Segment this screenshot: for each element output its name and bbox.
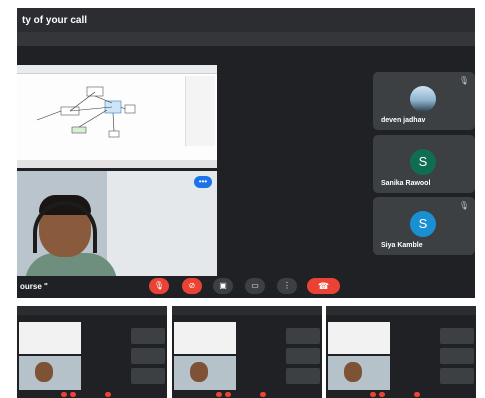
thumbnail-control-dot [414, 392, 420, 397]
thumbnail-control-dot [260, 392, 266, 397]
avatar [410, 86, 436, 112]
thumbnail-title-bar [172, 306, 322, 315]
thumbnail-control-dot [216, 392, 222, 397]
thumbnail-tile [131, 328, 165, 344]
thumbnail-control-dot [379, 392, 385, 397]
captions-button[interactable]: ▣ [213, 278, 233, 294]
thumbnail-speaker [174, 356, 236, 390]
thumbnail-controls [212, 392, 272, 398]
thumbnail-control-dot [225, 392, 231, 397]
thumbnail-controls [57, 392, 117, 398]
thumbnail-tile [286, 348, 320, 364]
meeting-name: ourse " [20, 282, 48, 291]
mic-off-icon: 🎙 [458, 201, 469, 210]
meeting-thumbnail-2 [172, 306, 322, 398]
thumbnail-controls [366, 392, 426, 398]
thumbnail-face [35, 362, 53, 382]
participant-tile-sanika[interactable]: S Sanika Rawool [373, 135, 475, 193]
thumbnail-control-dot [370, 392, 376, 397]
meeting-window: ty of your call ••• 🎙 deven jadhav S San… [17, 8, 475, 298]
thumbnail-tile [440, 328, 474, 344]
thumbnail-face [190, 362, 208, 382]
thumbnail-title-bar [17, 306, 167, 315]
thumbnail-speaker [328, 356, 390, 390]
more-options-button[interactable]: ⋮ [277, 278, 297, 294]
thumbnail-tile [131, 368, 165, 384]
thumbnail-tile [131, 348, 165, 364]
active-speaker-video[interactable]: ••• [17, 171, 217, 276]
participant-tile-deven[interactable]: 🎙 deven jadhav [373, 72, 475, 130]
thumbnail-tile [440, 348, 474, 364]
thumbnail-control-dot [70, 392, 76, 397]
thumbnail-tile [286, 328, 320, 344]
camera-toggle-button[interactable]: ⊘ [182, 278, 202, 294]
meeting-title: ty of your call [22, 15, 88, 26]
participant-name: Siya Kamble [381, 242, 423, 249]
leave-call-button[interactable]: ☎ [307, 278, 340, 294]
participant-tile-siya[interactable]: 🎙 S Siya Kamble [373, 197, 475, 255]
thumbnail-shared-screen [328, 322, 390, 354]
thumbnail-tile [440, 368, 474, 384]
participant-name: deven jadhav [381, 117, 426, 124]
thumbnail-face [344, 362, 362, 382]
call-controls-bar: ourse " 🎙 ⊘ ▣ ▭ ⋮ ☎ [17, 276, 475, 298]
thumbnail-control-dot [61, 392, 67, 397]
avatar: S [410, 211, 436, 237]
thumbnail-control-dot [105, 392, 111, 397]
participant-name: Sanika Rawool [381, 180, 431, 187]
mic-toggle-button[interactable]: 🎙 [149, 278, 169, 294]
meeting-thumbnail-1 [17, 306, 167, 398]
thumbnail-shared-screen [174, 322, 236, 354]
thumbnail-tile [286, 368, 320, 384]
title-strip [17, 32, 475, 46]
present-now-button[interactable]: ▭ [245, 278, 265, 294]
shared-screen-side-panel [185, 76, 215, 146]
shared-screen-taskbar [17, 160, 217, 168]
thumbnail-shared-screen [19, 322, 81, 354]
meeting-thumbnail-3 [326, 306, 476, 398]
thumbnail-speaker [19, 356, 81, 390]
shared-screen[interactable] [17, 65, 217, 168]
mic-off-icon: 🎙 [458, 76, 469, 85]
meeting-title-bar: ty of your call [17, 8, 475, 32]
avatar: S [410, 149, 436, 175]
speaking-indicator-icon: ••• [194, 176, 212, 188]
thumbnail-title-bar [326, 306, 476, 315]
